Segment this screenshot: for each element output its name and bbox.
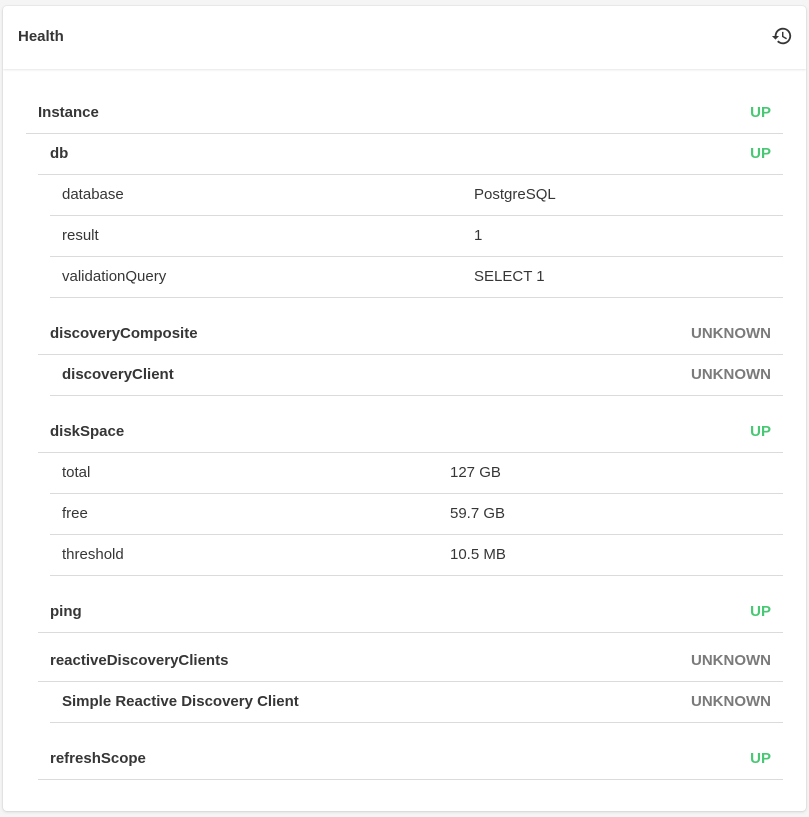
discovery-client-status: UNKNOWN xyxy=(691,366,771,383)
health-row-ping: ping UP xyxy=(38,592,783,633)
health-row-simple-reactive-discovery-client: Simple Reactive Discovery Client UNKNOWN xyxy=(50,682,783,723)
history-icon[interactable] xyxy=(771,25,793,47)
health-row-instance: Instance UP xyxy=(26,93,783,134)
detail-key: database xyxy=(62,186,124,203)
reactive-discovery-clients-label: reactiveDiscoveryClients xyxy=(50,652,229,669)
detail-value: 59.7 GB xyxy=(450,505,506,522)
health-row-refresh-scope: refreshScope UP xyxy=(38,739,783,780)
card-header: Health xyxy=(3,6,806,69)
detail-row: validationQuery SELECT 1 xyxy=(50,257,783,298)
detail-row: free 59.7 GB xyxy=(50,494,783,535)
instance-status: UP xyxy=(750,104,771,121)
instance-label: Instance xyxy=(38,104,99,121)
detail-key: result xyxy=(62,227,99,244)
simple-reactive-discovery-client-label: Simple Reactive Discovery Client xyxy=(62,693,299,710)
ping-label: ping xyxy=(50,603,82,620)
detail-value: 1 xyxy=(474,227,483,244)
refresh-scope-label: refreshScope xyxy=(50,750,146,767)
disk-space-status: UP xyxy=(750,423,771,440)
refresh-scope-status: UP xyxy=(750,750,771,767)
ping-status: UP xyxy=(750,603,771,620)
card-title: Health xyxy=(18,28,64,45)
health-row-db: db UP xyxy=(38,134,783,175)
detail-key: validationQuery xyxy=(62,268,167,285)
discovery-composite-status: UNKNOWN xyxy=(691,325,771,342)
health-row-discovery-composite: discoveryComposite UNKNOWN xyxy=(38,314,783,355)
detail-row: database PostgreSQL xyxy=(50,175,783,216)
detail-value: 10.5 MB xyxy=(450,546,506,563)
detail-key: threshold xyxy=(62,546,124,563)
db-label: db xyxy=(50,145,69,162)
detail-row: threshold 10.5 MB xyxy=(50,535,783,576)
reactive-discovery-clients-status: UNKNOWN xyxy=(691,652,771,669)
discovery-composite-label: discoveryComposite xyxy=(50,325,198,342)
simple-reactive-discovery-client-status: UNKNOWN xyxy=(691,693,771,710)
detail-row: total 127 GB xyxy=(50,453,783,494)
detail-row: result 1 xyxy=(50,216,783,257)
health-row-reactive-discovery-clients: reactiveDiscoveryClients UNKNOWN xyxy=(38,641,783,682)
db-status: UP xyxy=(750,145,771,162)
detail-key: total xyxy=(62,464,91,481)
health-row-discovery-client: discoveryClient UNKNOWN xyxy=(50,355,783,396)
detail-key: free xyxy=(62,505,88,522)
detail-value: SELECT 1 xyxy=(474,268,545,285)
detail-value: 127 GB xyxy=(450,464,501,481)
disk-space-label: diskSpace xyxy=(50,423,125,440)
detail-value: PostgreSQL xyxy=(474,186,556,203)
health-row-disk-space: diskSpace UP xyxy=(38,412,783,453)
discovery-client-label: discoveryClient xyxy=(62,366,174,383)
